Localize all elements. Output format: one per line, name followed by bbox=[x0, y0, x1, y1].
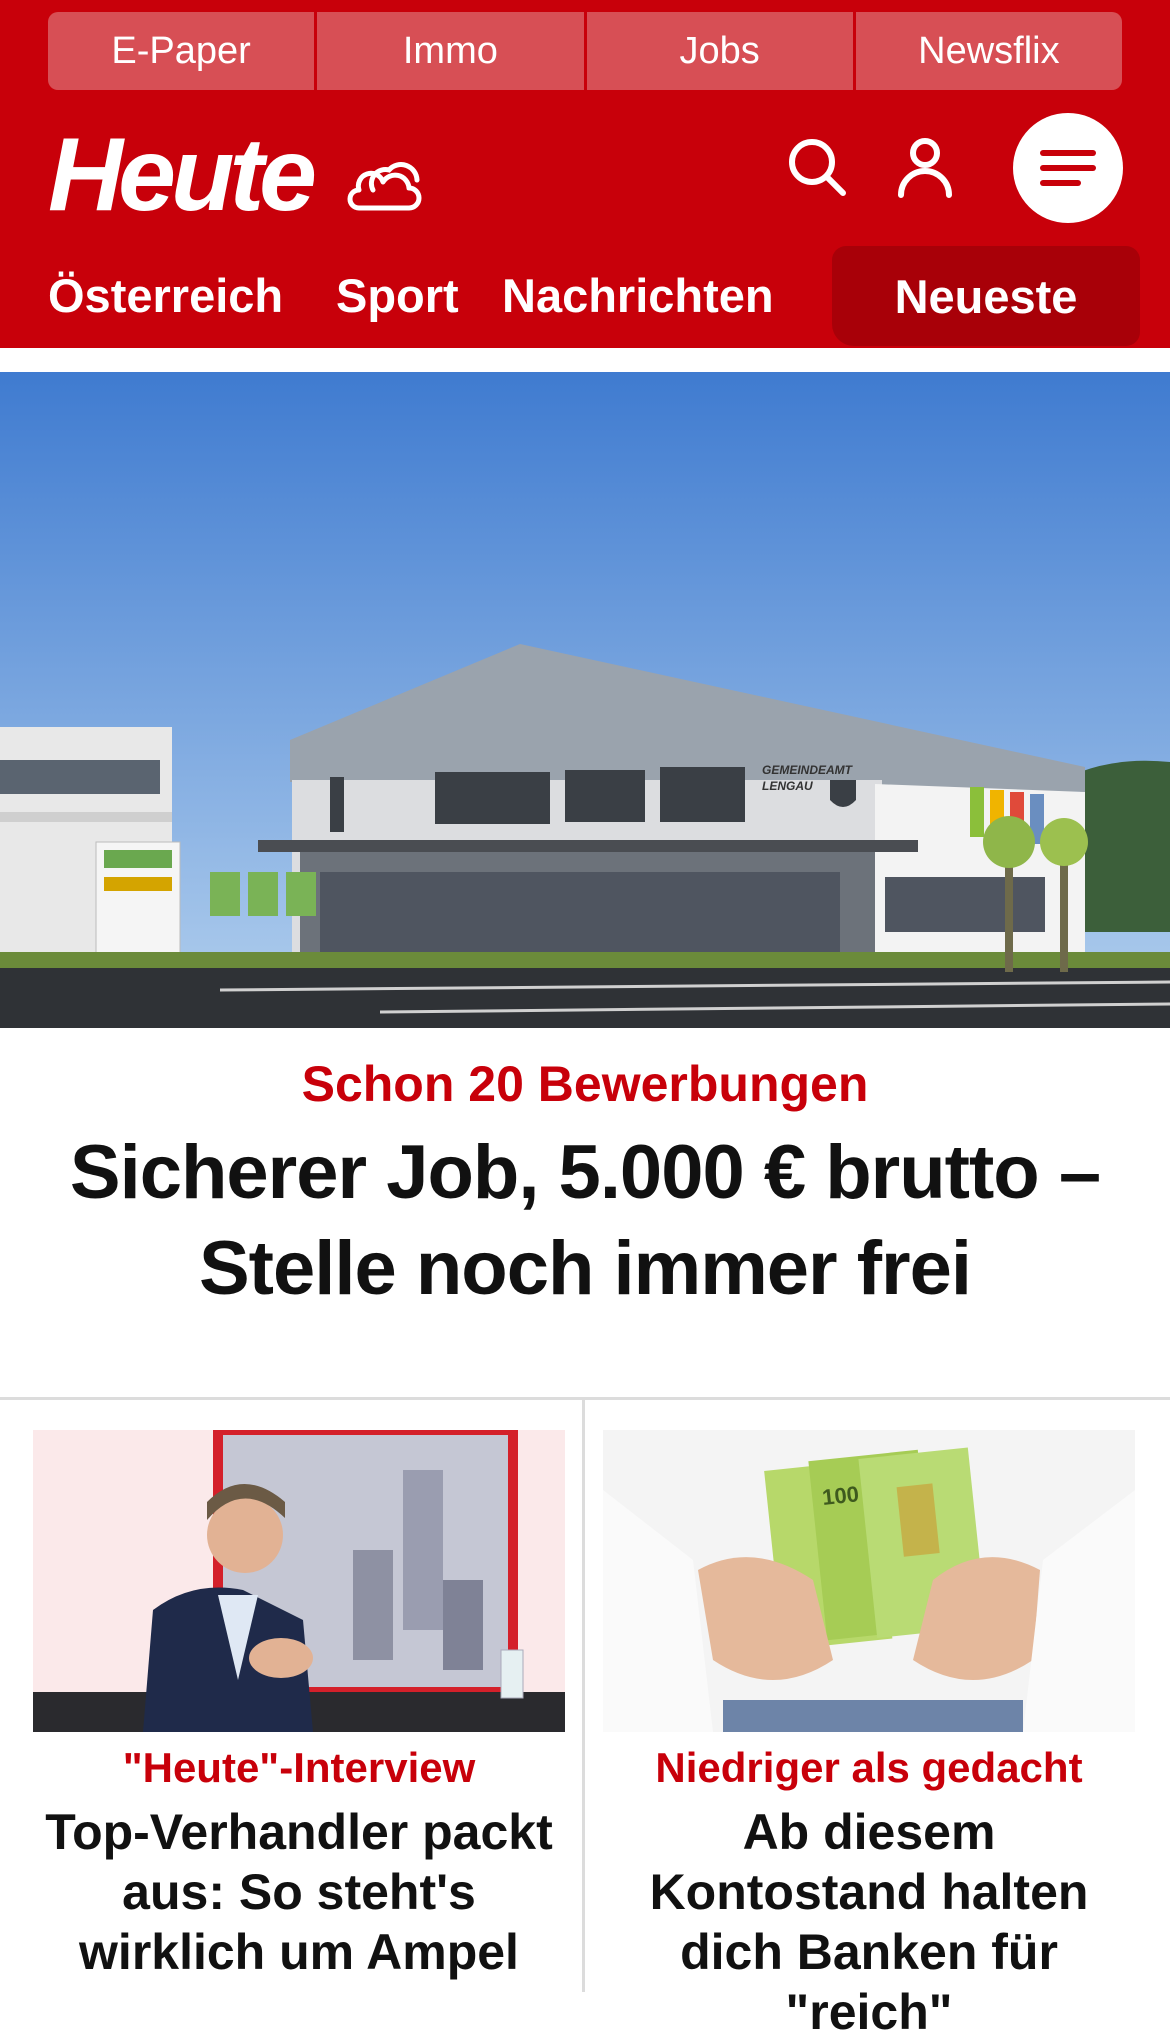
category-sport[interactable]: Sport bbox=[336, 268, 459, 323]
banknote-value: 100 bbox=[821, 1481, 860, 1510]
menu-button[interactable] bbox=[1013, 113, 1123, 223]
logo-text: Heute bbox=[48, 117, 317, 233]
search-icon[interactable] bbox=[785, 135, 849, 199]
topnav-newsflix[interactable]: Newsflix bbox=[855, 12, 1122, 90]
topnav-jobs[interactable]: Jobs bbox=[586, 12, 856, 90]
card-headline[interactable]: Top-Verhandler packt aus: So steht's wir… bbox=[33, 1802, 565, 1982]
article-image-interview[interactable] bbox=[33, 1430, 565, 1732]
menu-icon bbox=[1040, 150, 1096, 186]
user-icon[interactable] bbox=[893, 135, 957, 199]
topnav-immo[interactable]: Immo bbox=[317, 12, 587, 90]
site-header: E-Paper Immo Jobs Newsflix Heute Österre… bbox=[0, 0, 1170, 348]
category-nachrichten[interactable]: Nachrichten bbox=[502, 268, 774, 323]
category-nav: Österreich Sport Nachrichten Neueste bbox=[0, 246, 1170, 348]
article-image-banks[interactable]: 100 bbox=[603, 1430, 1135, 1732]
column-divider bbox=[582, 1400, 585, 1992]
category-oesterreich[interactable]: Österreich bbox=[48, 268, 283, 323]
top-service-nav: E-Paper Immo Jobs Newsflix bbox=[48, 12, 1122, 90]
card-kicker: "Heute"-Interview bbox=[122, 1744, 476, 1791]
hero-image[interactable]: GEMEINDEAMT LENGAU bbox=[0, 372, 1170, 1028]
hero-headline[interactable]: Sicherer Job, 5.000 € brutto – Stelle no… bbox=[30, 1125, 1140, 1317]
topnav-epaper[interactable]: E-Paper bbox=[48, 12, 318, 90]
article-card-interview[interactable]: "Heute"-Interview Top-Verhandler packt a… bbox=[33, 1430, 565, 1982]
weather-icon[interactable] bbox=[345, 150, 423, 214]
article-card-banks[interactable]: 100 Niedriger als gedacht Ab diesem Kont… bbox=[603, 1430, 1135, 2042]
building-sign-line1: GEMEINDEAMT bbox=[762, 763, 854, 777]
section-divider bbox=[0, 1397, 1170, 1400]
building-sign-line2: LENGAU bbox=[762, 779, 813, 793]
hero-kicker: Schon 20 Bewerbungen bbox=[301, 1056, 869, 1112]
site-logo[interactable]: Heute bbox=[48, 117, 317, 233]
category-neueste[interactable]: Neueste bbox=[832, 246, 1140, 346]
card-headline[interactable]: Ab diesem Kontostand halten dich Banken … bbox=[603, 1802, 1135, 2042]
card-kicker: Niedriger als gedacht bbox=[655, 1744, 1083, 1791]
